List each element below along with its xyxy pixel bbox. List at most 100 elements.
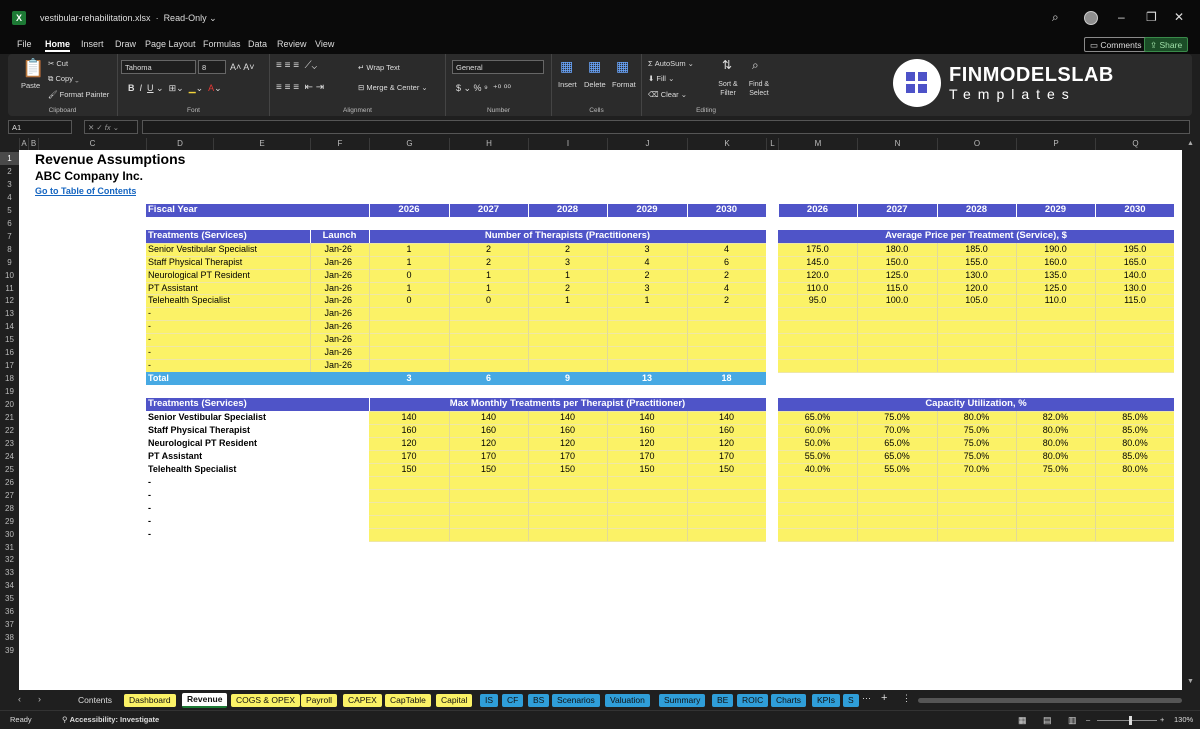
utilization-value[interactable]: 80.0% (937, 411, 1016, 424)
row-header-22[interactable]: 22 (0, 424, 19, 437)
treatment-name[interactable]: Telehealth Specialist (148, 463, 307, 476)
menu-home[interactable]: Home (45, 39, 71, 52)
font-name-select[interactable]: Tahoma (121, 60, 196, 74)
max-treatments-value[interactable] (607, 515, 687, 528)
align-top-buttons[interactable]: ≡ ≡ ≡ ⟋⌄ (276, 60, 317, 71)
utilization-value[interactable]: 55.0% (857, 463, 937, 476)
therapist-count[interactable] (607, 333, 687, 346)
row-header-32[interactable]: 32 (0, 553, 19, 566)
menu-file[interactable]: File (17, 39, 32, 49)
treatment-price[interactable] (937, 307, 1016, 320)
treatment-name[interactable]: - (148, 333, 307, 346)
max-treatments-value[interactable] (369, 528, 449, 541)
utilization-value[interactable] (857, 528, 937, 541)
row-header-26[interactable]: 26 (0, 476, 19, 489)
max-treatments-value[interactable] (687, 489, 766, 502)
treatment-price[interactable]: 95.0 (778, 294, 857, 307)
menu-data[interactable]: Data (248, 39, 267, 49)
column-header-d[interactable]: D (146, 138, 213, 150)
row-header-5[interactable]: 5 (0, 204, 19, 217)
sort-filter-icon[interactable]: ⇅ (722, 58, 732, 72)
max-treatments-value[interactable] (369, 502, 449, 515)
row-header-23[interactable]: 23 (0, 437, 19, 450)
horizontal-scrollbar[interactable] (918, 698, 1182, 703)
utilization-value[interactable] (778, 515, 857, 528)
therapist-count[interactable]: 1 (369, 243, 449, 256)
row-header-38[interactable]: 38 (0, 631, 19, 644)
row-header-3[interactable]: 3 (0, 178, 19, 191)
menu-formulas[interactable]: Formulas (203, 39, 241, 49)
row-header-13[interactable]: 13 (0, 307, 19, 320)
max-treatments-value[interactable] (528, 489, 607, 502)
utilization-value[interactable] (857, 502, 937, 515)
scroll-down-icon[interactable]: ▼ (1187, 678, 1194, 685)
treatment-price[interactable]: 190.0 (1016, 243, 1095, 256)
therapist-count[interactable] (449, 307, 528, 320)
utilization-value[interactable]: 65.0% (778, 411, 857, 424)
row-header-37[interactable]: 37 (0, 618, 19, 631)
therapist-count[interactable] (369, 320, 449, 333)
utilization-value[interactable]: 75.0% (1016, 463, 1095, 476)
name-box[interactable]: A1 (8, 120, 72, 134)
utilization-value[interactable] (778, 528, 857, 541)
treatment-price[interactable]: 125.0 (857, 269, 937, 282)
tab-summary[interactable]: Summary (659, 694, 706, 707)
max-treatments-value[interactable]: 150 (449, 463, 528, 476)
treatment-name[interactable]: - (148, 359, 307, 372)
therapist-count[interactable]: 3 (528, 256, 607, 269)
therapist-count[interactable]: 0 (369, 269, 449, 282)
sort-filter-button[interactable]: Sort & Filter (712, 80, 744, 98)
utilization-value[interactable]: 80.0% (1095, 463, 1175, 476)
row-header-33[interactable]: 33 (0, 566, 19, 579)
treatment-price[interactable]: 100.0 (857, 294, 937, 307)
therapist-count[interactable]: 0 (369, 294, 449, 307)
tab-payroll[interactable]: Payroll (301, 694, 337, 707)
treatment-price[interactable]: 115.0 (1095, 294, 1175, 307)
utilization-value[interactable] (1095, 502, 1175, 515)
therapist-count[interactable]: 2 (449, 243, 528, 256)
treatment-price[interactable]: 160.0 (1016, 256, 1095, 269)
treatment-price[interactable] (778, 320, 857, 333)
utilization-value[interactable]: 75.0% (937, 424, 1016, 437)
max-treatments-value[interactable]: 160 (369, 424, 449, 437)
row-header-16[interactable]: 16 (0, 346, 19, 359)
paste-icon[interactable]: 📋 (22, 58, 44, 79)
row-header-31[interactable]: 31 (0, 541, 19, 554)
clear-button[interactable]: ⌫ Clear ⌄ (648, 90, 687, 99)
treatment-name[interactable]: - (148, 515, 307, 528)
treatment-price[interactable] (1016, 359, 1095, 372)
utilization-value[interactable] (937, 489, 1016, 502)
treatment-name[interactable]: Senior Vestibular Specialist (148, 411, 307, 424)
autosum-button[interactable]: Σ AutoSum ⌄ (648, 59, 694, 68)
row-header-39[interactable]: 39 (0, 644, 19, 657)
tab-charts[interactable]: Charts (771, 694, 807, 707)
utilization-value[interactable]: 75.0% (937, 437, 1016, 450)
utilization-value[interactable] (778, 502, 857, 515)
page-layout-view-icon[interactable]: ▤ (1043, 715, 1052, 726)
normal-view-icon[interactable]: ▦ (1018, 715, 1027, 726)
tab-kpis[interactable]: KPIs (812, 694, 840, 707)
utilization-value[interactable]: 85.0% (1095, 424, 1175, 437)
therapist-count[interactable]: 1 (449, 282, 528, 295)
tab-revenue[interactable]: Revenue (182, 693, 228, 708)
max-treatments-value[interactable]: 140 (528, 411, 607, 424)
treatment-price[interactable]: 105.0 (937, 294, 1016, 307)
utilization-value[interactable] (1016, 489, 1095, 502)
utilization-value[interactable] (857, 489, 937, 502)
launch-date[interactable]: Jan-26 (310, 256, 352, 269)
max-treatments-value[interactable]: 120 (528, 437, 607, 450)
utilization-value[interactable] (857, 515, 937, 528)
tab-be[interactable]: BE (712, 694, 734, 707)
insert-icon[interactable]: ▦ (560, 58, 573, 75)
treatment-price[interactable]: 120.0 (937, 282, 1016, 295)
column-header-i[interactable]: I (528, 138, 607, 150)
treatment-price[interactable] (937, 320, 1016, 333)
treatment-price[interactable] (1095, 307, 1175, 320)
therapist-count[interactable] (449, 333, 528, 346)
treatment-price[interactable]: 165.0 (1095, 256, 1175, 269)
menu-view[interactable]: View (315, 39, 334, 49)
therapist-count[interactable] (607, 307, 687, 320)
tab-valuation[interactable]: Valuation (605, 694, 650, 707)
therapist-count[interactable]: 2 (449, 256, 528, 269)
treatment-name[interactable]: - (148, 528, 307, 541)
